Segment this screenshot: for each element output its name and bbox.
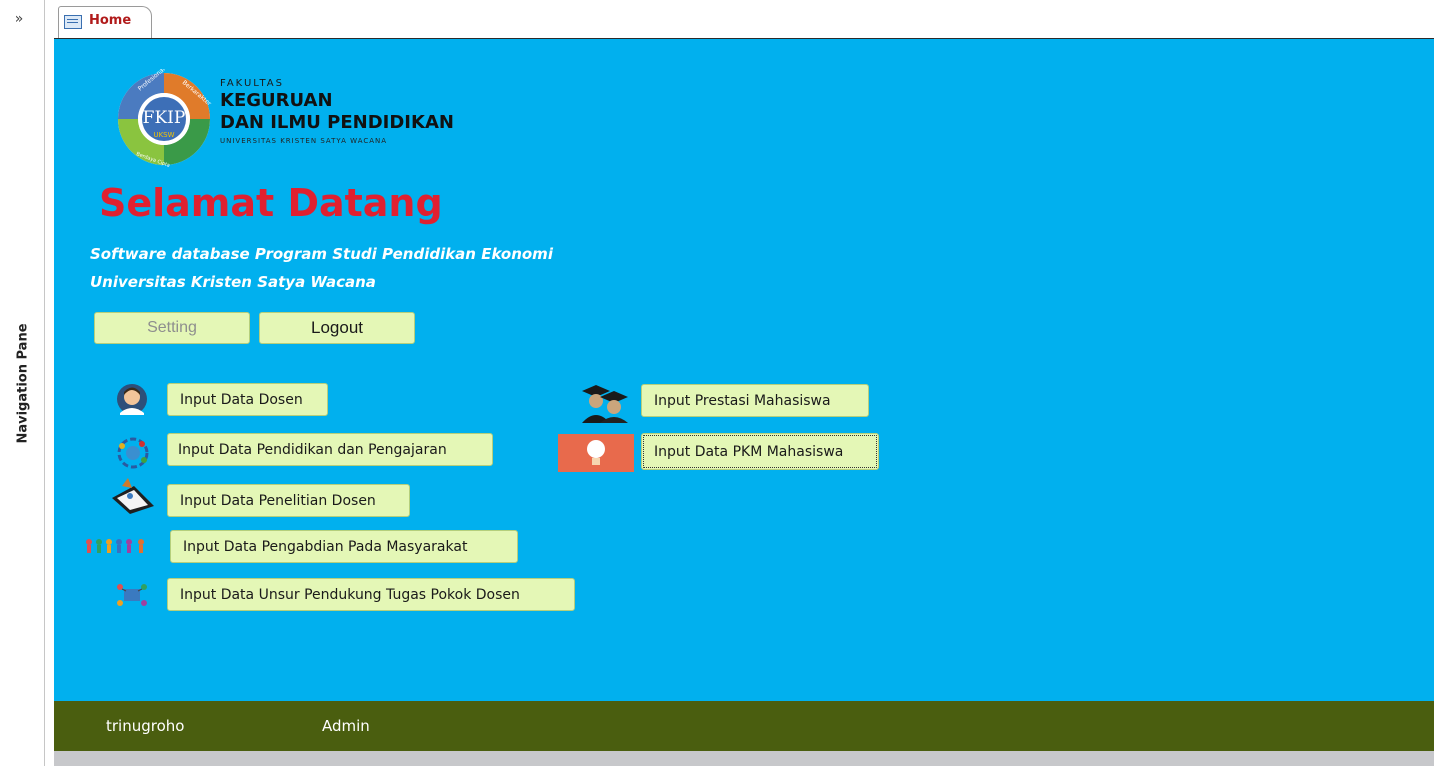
role-label: Admin — [322, 717, 370, 735]
nav-pane-label-wrap[interactable]: Navigation Pane — [0, 0, 46, 766]
research-icon — [112, 478, 154, 514]
username-label: trinugroho — [106, 717, 185, 735]
input-data-penelitian-button[interactable]: Input Data Penelitian Dosen — [167, 484, 410, 517]
lightbulb-icon — [558, 434, 634, 472]
navigation-pane: » Navigation Pane — [0, 0, 46, 766]
globe-icon — [117, 437, 149, 469]
community-icon — [86, 539, 144, 553]
input-data-dosen-button[interactable]: Input Data Dosen — [167, 383, 328, 416]
status-footer: trinugroho Admin — [54, 701, 1434, 751]
status-bar — [54, 751, 1434, 766]
logo-ring-text-3: UKSW — [153, 131, 174, 139]
input-data-pengabdian-button[interactable]: Input Data Pengabdian Pada Masyarakat — [170, 530, 518, 563]
setting-button[interactable]: Setting — [94, 312, 250, 344]
document-tab-bar: Home — [54, 0, 1434, 40]
logo-text: FKIP — [143, 108, 186, 128]
input-data-pkm-mahasiswa-button[interactable]: Input Data PKM Mahasiswa — [641, 433, 879, 470]
graduates-icon — [582, 385, 628, 423]
tab-home-label: Home — [89, 13, 132, 28]
input-prestasi-mahasiswa-button[interactable]: Input Prestasi Mahasiswa — [641, 384, 869, 417]
university-name: UNIVERSITAS KRISTEN SATYA WACANA — [220, 137, 388, 145]
faculty-name-line1: KEGURUAN — [220, 90, 333, 111]
support-icon — [117, 584, 147, 606]
person-icon — [117, 384, 147, 415]
logout-button[interactable]: Logout — [259, 312, 415, 344]
subtitle-line1: Software database Program Studi Pendidik… — [90, 245, 553, 263]
nav-pane-label[interactable]: Navigation Pane — [16, 323, 31, 443]
welcome-title: Selamat Datang — [99, 181, 443, 225]
home-form: FKIP UKSW Profesional Berkarakter Berday… — [54, 39, 1434, 701]
fkip-logo: FKIP UKSW Profesional Berkarakter Berday… — [118, 69, 213, 169]
subtitle-line2: Universitas Kristen Satya Wacana — [90, 273, 376, 291]
form-icon — [64, 15, 82, 29]
tab-home[interactable]: Home — [58, 6, 152, 38]
input-data-pendidikan-button[interactable]: Input Data Pendidikan dan Pengajaran — [167, 433, 493, 466]
faculty-label-small: FAKULTAS — [220, 78, 284, 89]
input-data-unsur-button[interactable]: Input Data Unsur Pendukung Tugas Pokok D… — [167, 578, 575, 611]
faculty-name-line2: DAN ILMU PENDIDIKAN — [220, 112, 454, 133]
